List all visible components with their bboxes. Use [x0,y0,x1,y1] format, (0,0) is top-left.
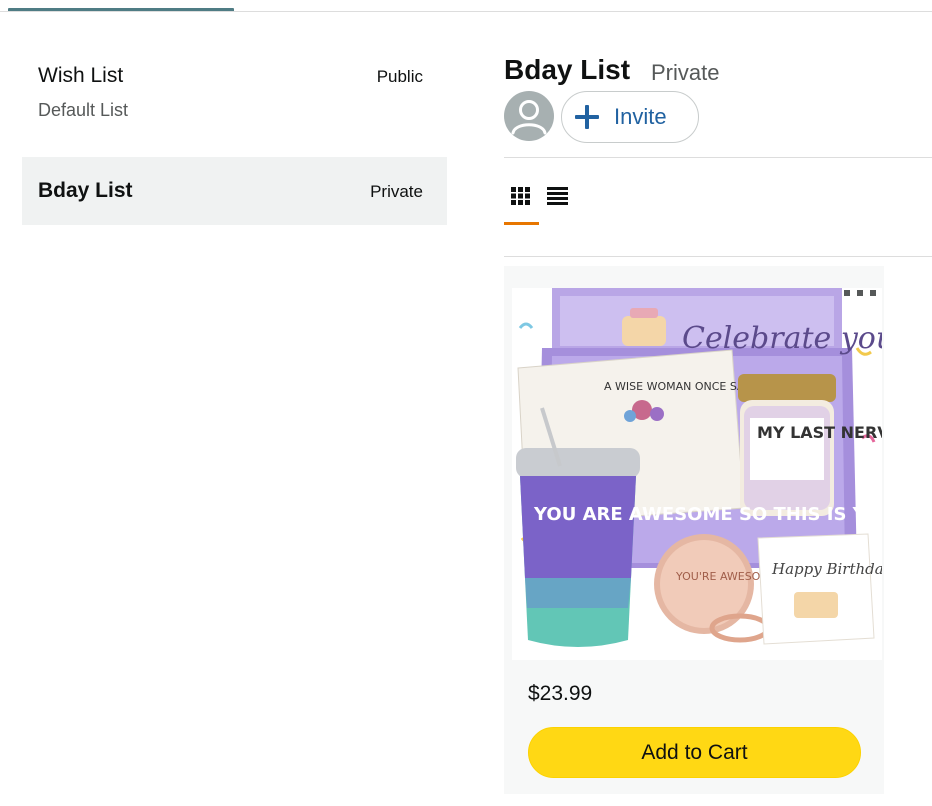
list-subtitle: Default List [38,100,129,120]
list-privacy-badge: Private [651,60,720,85]
list-privacy: Private [370,182,423,201]
avatar[interactable] [504,91,554,141]
invite-button[interactable]: Invite [561,91,699,143]
candle-text: MY LAST NERVE OH LOOK IT'S ON FIRE [757,423,882,442]
list-name: Bday List [38,179,133,202]
add-to-cart-button[interactable]: Add to Cart [528,727,861,778]
invite-button-label: Invite [614,104,667,129]
page-title: Bday List [504,54,631,85]
active-view-indicator [504,222,539,225]
product-image[interactable]: Celebrate your day! A WISE WOMAN ONCE SA… [512,288,882,660]
item-price: $23.99 [528,682,593,705]
toolbar-divider [504,256,932,257]
lid-text: Celebrate your day! [682,321,882,356]
plus-icon [574,104,600,130]
tumbler-text: YOU ARE AWESOME SO THIS IS YOUR REMINDER [533,504,882,525]
list-view-icon[interactable] [547,187,568,205]
list-privacy: Public [376,67,423,86]
grid-view-icon[interactable] [511,187,530,205]
card-text: Happy Birthday! [771,560,882,578]
top-divider [0,11,932,12]
list-name: Wish List [38,64,124,87]
header-divider [504,157,932,158]
more-options-icon[interactable] [844,288,876,298]
sidebar-item-bday-list[interactable]: Bday List Private [22,157,447,225]
sidebar-item-wish-list[interactable]: Wish List Public Default List [22,56,447,136]
user-icon [511,100,547,135]
